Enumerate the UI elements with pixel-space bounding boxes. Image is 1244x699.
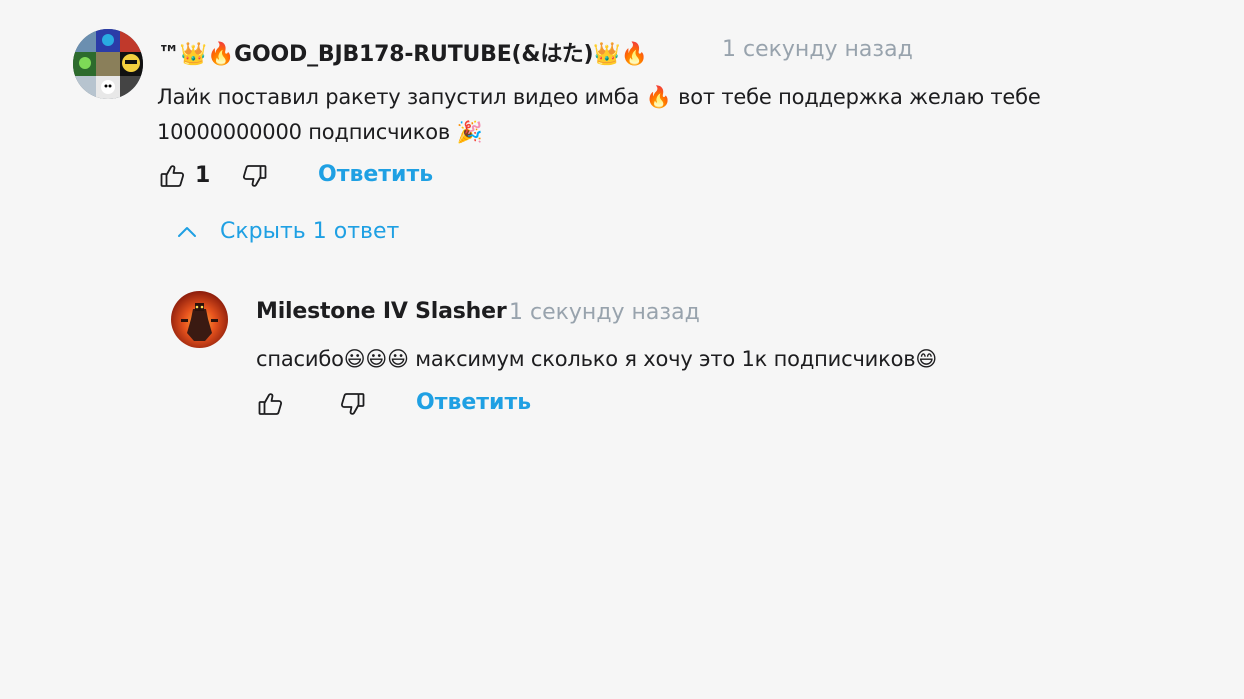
comment-text: Лайк поставил ракету запустил видео имба… bbox=[157, 80, 1041, 150]
thumbs-down-icon bbox=[242, 165, 267, 187]
comment-like-button[interactable] bbox=[159, 162, 189, 192]
reply-like-button[interactable] bbox=[257, 390, 287, 420]
comment-text-line-2: 10000000000 подписчиков 🎉 bbox=[157, 120, 483, 144]
reply-text: спасибо😃😃😃 максимум сколько я хочу это 1… bbox=[256, 342, 937, 377]
reply-reply-button[interactable]: Ответить bbox=[416, 390, 531, 415]
comment-like-count: 1 bbox=[195, 163, 211, 188]
thumbs-up-icon bbox=[258, 393, 283, 415]
comment-timestamp: 1 секунду назад bbox=[722, 37, 913, 62]
comment-text-line-1: Лайк поставил ракету запустил видео имба… bbox=[157, 85, 1041, 109]
hide-replies-label: Скрыть 1 ответ bbox=[220, 219, 400, 244]
hide-replies-toggle[interactable]: Скрыть 1 ответ bbox=[176, 219, 399, 244]
thumbs-up-icon bbox=[160, 165, 185, 187]
reply-dislike-button[interactable] bbox=[338, 390, 368, 420]
reply-author[interactable]: Milestone IV Slasher bbox=[256, 299, 507, 324]
reply-timestamp: 1 секунду назад bbox=[509, 300, 700, 325]
thumbs-down-icon bbox=[340, 393, 365, 415]
chevron-up-icon bbox=[178, 226, 196, 237]
comment-dislike-button[interactable] bbox=[240, 162, 270, 192]
comment-author[interactable]: ™👑🔥GOOD_BJB178-RUTUBE(&はた)👑🔥 bbox=[158, 36, 648, 68]
reply-avatar[interactable] bbox=[171, 291, 228, 348]
comment-avatar[interactable] bbox=[73, 29, 143, 99]
comment-reply-button[interactable]: Ответить bbox=[318, 162, 433, 187]
reply-text-line: спасибо😃😃😃 максимум сколько я хочу это 1… bbox=[256, 347, 938, 371]
